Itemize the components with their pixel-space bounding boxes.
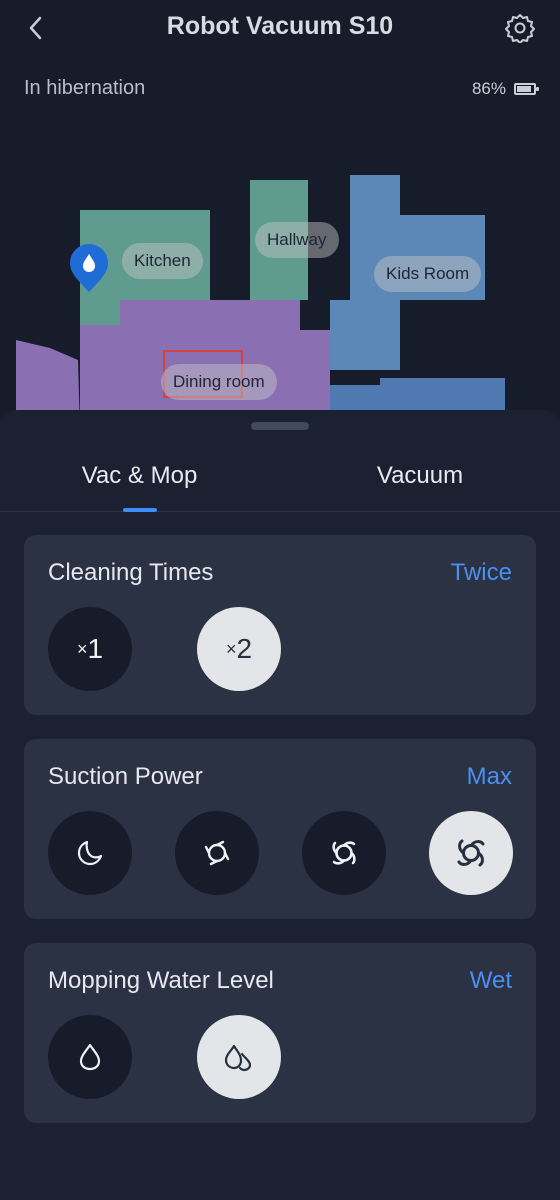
- cleaning-times-card: Cleaning Times Twice ×1 ×2: [24, 535, 536, 715]
- water-level-card: Mopping Water Level Wet: [24, 943, 536, 1123]
- battery-indicator: 86%: [471, 79, 539, 99]
- battery-percent: 86%: [471, 79, 506, 98]
- suction-max-button[interactable]: [429, 811, 513, 895]
- tab-vacuum[interactable]: Vacuum: [340, 462, 500, 490]
- suction-power-value: Max: [466, 763, 512, 790]
- map-area: Robot Vacuum S10 In hibernation 86% Kitc…: [0, 0, 560, 430]
- sheet-drag-handle[interactable]: [251, 422, 309, 430]
- fan-low-icon: [204, 840, 230, 866]
- water-level-title: Mopping Water Level: [48, 967, 274, 994]
- suction-power-card: Suction Power Max: [24, 739, 536, 919]
- room-label-kids-room[interactable]: Kids Room: [374, 256, 482, 292]
- robot-status: In hibernation: [24, 77, 146, 99]
- suction-power-title: Suction Power: [48, 763, 203, 790]
- times-number: 1: [87, 633, 104, 664]
- drop-icon: [79, 1043, 101, 1071]
- water-level-value: Wet: [469, 967, 512, 994]
- app-header: Robot Vacuum S10: [0, 0, 560, 56]
- times-number: 2: [236, 633, 253, 664]
- settings-sheet: Vac & Mop Vacuum Cleaning Times Twice ×1…: [0, 410, 560, 1200]
- mode-tabs: Vac & Mop Vacuum: [0, 450, 560, 512]
- double-drop-icon: [224, 1044, 252, 1072]
- fan-medium-icon: [332, 841, 356, 865]
- water-low-button[interactable]: [48, 1015, 132, 1099]
- cleaning-times-value: Twice: [450, 559, 512, 586]
- gear-icon: [505, 14, 535, 43]
- battery-icon: [514, 83, 539, 95]
- suction-standard-button[interactable]: [175, 811, 259, 895]
- fan-max-icon: [457, 839, 485, 867]
- page-title: Robot Vacuum S10: [166, 12, 394, 40]
- water-high-button[interactable]: [197, 1015, 281, 1099]
- moon-icon: [77, 840, 103, 866]
- suction-quiet-button[interactable]: [48, 811, 132, 895]
- cleaning-times-twice-button[interactable]: ×2: [197, 607, 281, 691]
- tab-vac-mop[interactable]: Vac & Mop: [62, 462, 217, 490]
- suction-turbo-button[interactable]: [302, 811, 386, 895]
- cleaning-times-title: Cleaning Times: [48, 559, 214, 586]
- room-label-hallway[interactable]: Hallway: [255, 222, 339, 258]
- room-label-kitchen[interactable]: Kitchen: [122, 243, 203, 279]
- multiply-sign: ×: [76, 639, 88, 659]
- room-label-dining-room[interactable]: Dining room: [161, 364, 277, 400]
- cleaning-times-once-button[interactable]: ×1: [48, 607, 132, 691]
- water-drop-pin-icon[interactable]: [68, 242, 110, 294]
- settings-button[interactable]: [502, 10, 538, 46]
- multiply-sign: ×: [225, 639, 237, 659]
